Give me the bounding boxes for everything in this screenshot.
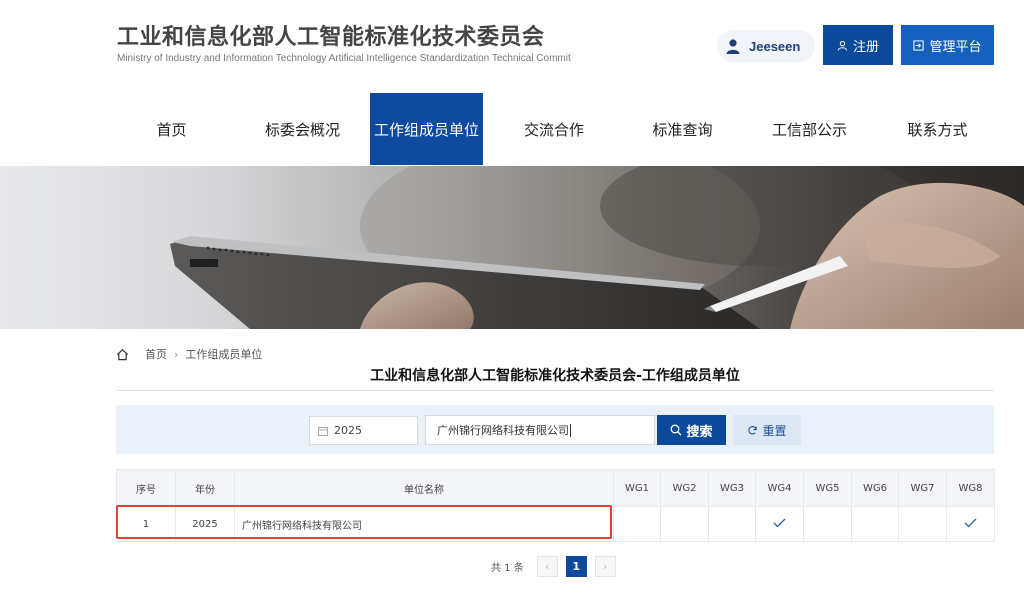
wg-cell: [803, 506, 852, 542]
total-count: 共 1 条: [491, 563, 524, 574]
members-table: 序号 年份 单位名称 WG1 WG2 WG3 WG4 WG5 WG6 WG7 W…: [116, 469, 995, 542]
column-header: 序号: [116, 469, 176, 507]
column-header: WG1: [613, 469, 661, 507]
text-caret: [570, 423, 571, 437]
prev-page-button[interactable]: ‹: [536, 556, 558, 577]
nav-item-members[interactable]: 工作组成员单位: [370, 93, 483, 165]
register-label: 注册: [852, 39, 879, 55]
calendar-icon: [318, 426, 328, 436]
wg-cell: [660, 506, 709, 542]
wg-cell: [946, 506, 995, 542]
table-header-row: 序号 年份 单位名称 WG1 WG2 WG3 WG4 WG5 WG6 WG7 W…: [116, 469, 995, 507]
hero-banner: [0, 166, 1024, 329]
column-header: WG3: [708, 469, 756, 507]
year-value: 2025: [334, 424, 362, 437]
column-header: WG8: [946, 469, 995, 507]
user-icon: [726, 39, 740, 54]
search-label: 搜索: [686, 424, 713, 440]
row-name-cell: 广州锦行网络科技有限公司: [234, 506, 614, 542]
breadcrumb-home[interactable]: 首页: [145, 346, 167, 362]
company-name-value: 广州锦行网络科技有限公司: [437, 424, 569, 437]
home-icon[interactable]: [116, 348, 129, 361]
title-divider: [116, 390, 994, 391]
column-header: WG7: [898, 469, 947, 507]
search-button[interactable]: 搜索: [657, 415, 726, 445]
table-row: 1 2025 广州锦行网络科技有限公司: [116, 506, 995, 542]
register-button[interactable]: 注册: [823, 25, 893, 65]
column-header: WG6: [851, 469, 899, 507]
reset-button[interactable]: 重置: [733, 415, 801, 445]
username: Jeeseen: [749, 38, 801, 54]
reset-label: 重置: [762, 423, 787, 438]
chevron-right-icon: ›: [174, 347, 179, 361]
nav-item-exchange[interactable]: 交流合作: [483, 93, 625, 165]
nav-item-standards[interactable]: 标准查询: [625, 93, 740, 165]
column-header: WG4: [755, 469, 804, 507]
breadcrumb: 首页 › 工作组成员单位: [116, 346, 262, 362]
site-title[interactable]: 工业和信息化部人工智能标准化技术委员会: [117, 19, 545, 51]
wg-cell: [708, 506, 756, 542]
nav-item-overview[interactable]: 标委会概况: [235, 93, 370, 165]
nav-item-contact[interactable]: 联系方式: [879, 93, 996, 165]
page-title: 工业和信息化部人工智能标准化技术委员会-工作组成员单位: [370, 368, 740, 384]
login-icon: [913, 39, 925, 51]
admin-platform-button[interactable]: 管理平台: [901, 25, 994, 65]
page-number-button[interactable]: 1: [565, 556, 587, 577]
user-menu[interactable]: Jeeseen: [717, 30, 815, 62]
column-header: 年份: [175, 469, 235, 507]
user-outline-icon: [837, 40, 848, 51]
site-header: 工业和信息化部人工智能标准化技术委员会 Ministry of Industry…: [0, 0, 1024, 93]
row-year-cell: 2025: [175, 506, 235, 542]
nav-item-miit-notice[interactable]: 工信部公示: [740, 93, 879, 165]
refresh-icon: [748, 425, 758, 434]
pagination: 共 1 条 ‹ 1 ›: [491, 556, 624, 577]
next-page-button[interactable]: ›: [594, 556, 616, 577]
admin-label: 管理平台: [929, 39, 982, 55]
row-index-cell: 1: [116, 506, 176, 542]
column-header: WG5: [803, 469, 852, 507]
nav-item-home[interactable]: 首页: [108, 93, 235, 165]
wg-cell: [898, 506, 947, 542]
breadcrumb-current: 工作组成员单位: [185, 348, 263, 361]
wg-cell: [755, 506, 804, 542]
tablet-pen-illustration: [170, 166, 1024, 329]
wg-cell: [613, 506, 661, 542]
column-header: 单位名称: [234, 469, 614, 507]
company-name-input[interactable]: 广州锦行网络科技有限公司: [425, 415, 655, 445]
column-header: WG2: [660, 469, 709, 507]
year-picker[interactable]: 2025: [309, 416, 418, 445]
main-nav: 首页 标委会概况 工作组成员单位 交流合作 标准查询 工信部公示 联系方式: [108, 93, 996, 165]
site-subtitle: Ministry of Industry and Information Tec…: [117, 53, 571, 64]
check-icon: [773, 518, 786, 527]
check-icon: [964, 518, 977, 527]
wg-cell: [851, 506, 899, 542]
search-icon: [671, 424, 682, 436]
